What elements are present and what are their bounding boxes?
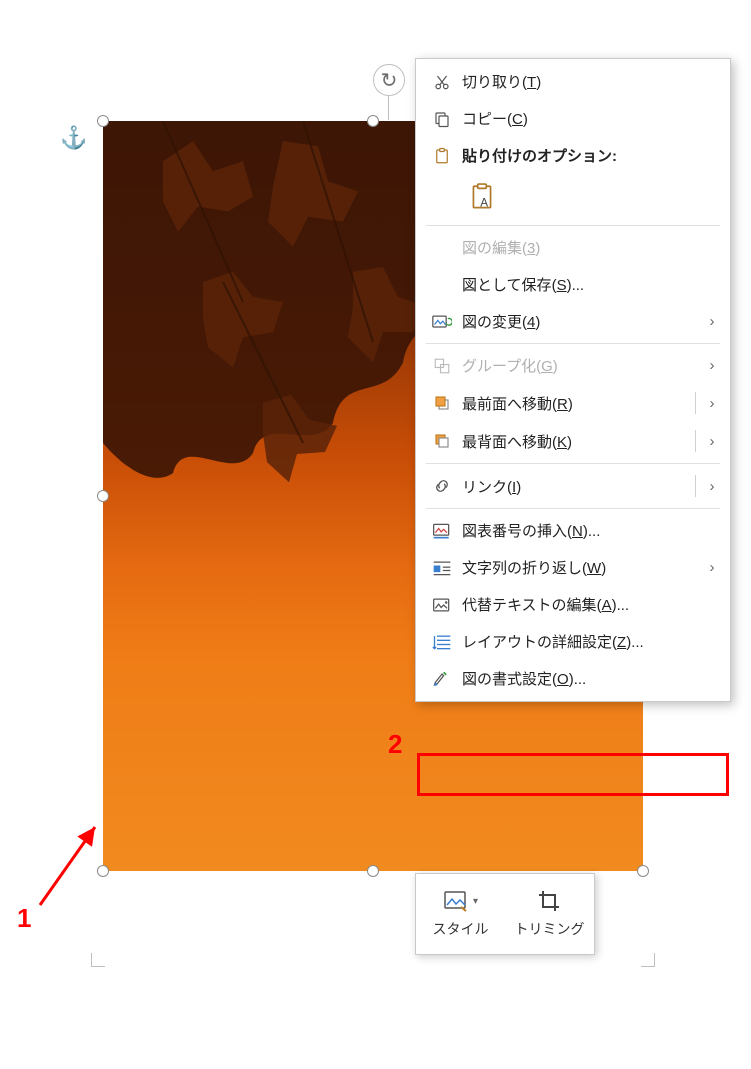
menu-edit-alt-text[interactable]: 代替テキストの編集(A)... bbox=[416, 586, 730, 623]
mini-style-label: スタイル bbox=[433, 919, 489, 939]
resize-handle-se[interactable] bbox=[637, 865, 649, 877]
submenu-chevron-icon[interactable]: › bbox=[704, 395, 720, 412]
menu-layout-settings-label: レイアウトの詳細設定(Z)... bbox=[456, 631, 720, 652]
menu-edit-figure-label: 図の編集(3) bbox=[456, 237, 720, 258]
menu-copy[interactable]: コピー(C) bbox=[416, 100, 730, 137]
picture-mini-toolbar: ▾ スタイル トリミング bbox=[415, 873, 595, 955]
cut-icon bbox=[428, 73, 456, 91]
menu-insert-caption-label: 図表番号の挿入(N)... bbox=[456, 520, 720, 541]
menu-insert-caption[interactable]: 図表番号の挿入(N)... bbox=[416, 512, 730, 549]
menu-separator bbox=[426, 343, 720, 344]
menu-paste-header: 貼り付けのオプション: bbox=[416, 137, 730, 174]
page-margin-bracket-br bbox=[641, 953, 655, 967]
menu-change-picture[interactable]: 図の変更(4) › bbox=[416, 303, 730, 340]
menu-cut-label: 切り取り(T) bbox=[456, 71, 720, 92]
menu-separator bbox=[426, 508, 720, 509]
menu-send-to-back-label: 最背面へ移動(K) bbox=[456, 431, 691, 452]
dropdown-chevron-icon: ▾ bbox=[473, 896, 478, 907]
format-picture-icon bbox=[428, 670, 456, 688]
menu-text-wrap[interactable]: 文字列の折り返し(W) › bbox=[416, 549, 730, 586]
menu-link[interactable]: リンク(I) › bbox=[416, 467, 730, 505]
menu-format-picture-label: 図の書式設定(O)... bbox=[456, 668, 720, 689]
submenu-chevron-icon: › bbox=[704, 357, 720, 374]
paste-option-keep-text[interactable]: A bbox=[462, 178, 502, 218]
mini-crop-button[interactable]: トリミング bbox=[505, 874, 594, 954]
style-icon bbox=[443, 889, 471, 913]
split-separator bbox=[695, 475, 696, 497]
submenu-chevron-icon[interactable]: › bbox=[704, 478, 720, 495]
mini-crop-label: トリミング bbox=[515, 919, 585, 939]
menu-bring-to-front-label: 最前面へ移動(R) bbox=[456, 393, 691, 414]
rotate-handle[interactable]: ↻ bbox=[373, 64, 405, 96]
menu-separator bbox=[426, 463, 720, 464]
menu-text-wrap-label: 文字列の折り返し(W) bbox=[456, 557, 704, 578]
menu-save-as-picture-label: 図として保存(S)... bbox=[456, 274, 720, 295]
resize-handle-n[interactable] bbox=[367, 115, 379, 127]
layout-icon bbox=[428, 633, 456, 651]
menu-copy-label: コピー(C) bbox=[456, 108, 720, 129]
menu-link-label: リンク(I) bbox=[456, 476, 691, 497]
group-icon bbox=[428, 357, 456, 375]
mini-style-button[interactable]: ▾ スタイル bbox=[416, 874, 505, 954]
split-separator bbox=[695, 392, 696, 414]
menu-group: グループ化(G) › bbox=[416, 347, 730, 384]
bring-front-icon bbox=[428, 394, 456, 412]
paste-options-row: A bbox=[416, 174, 730, 222]
resize-handle-s[interactable] bbox=[367, 865, 379, 877]
menu-edit-figure: 図の編集(3) bbox=[416, 229, 730, 266]
submenu-chevron-icon: › bbox=[704, 559, 720, 576]
menu-group-label: グループ化(G) bbox=[456, 355, 704, 376]
rotate-handle-stem bbox=[388, 96, 389, 120]
menu-cut[interactable]: 切り取り(T) bbox=[416, 63, 730, 100]
menu-separator bbox=[426, 225, 720, 226]
wrap-icon bbox=[428, 559, 456, 577]
picture-context-menu: 切り取り(T) コピー(C) 貼り付けのオプション: A 図の編集(3) 図とし… bbox=[415, 58, 731, 702]
menu-edit-alt-text-label: 代替テキストの編集(A)... bbox=[456, 594, 720, 615]
send-back-icon bbox=[428, 432, 456, 450]
page-margin-bracket-bl bbox=[91, 953, 105, 967]
menu-bring-to-front[interactable]: 最前面へ移動(R) › bbox=[416, 384, 730, 422]
change-picture-icon bbox=[428, 313, 456, 331]
link-icon bbox=[428, 477, 456, 495]
menu-send-to-back[interactable]: 最背面へ移動(K) › bbox=[416, 422, 730, 460]
resize-handle-w[interactable] bbox=[97, 490, 109, 502]
submenu-chevron-icon[interactable]: › bbox=[704, 433, 720, 450]
annotation-label-2: 2 bbox=[388, 729, 402, 760]
svg-text:A: A bbox=[480, 197, 488, 210]
menu-paste-header-label: 貼り付けのオプション: bbox=[456, 145, 720, 166]
copy-icon bbox=[428, 110, 456, 128]
menu-save-as-picture[interactable]: 図として保存(S)... bbox=[416, 266, 730, 303]
crop-icon bbox=[537, 889, 563, 913]
resize-handle-nw[interactable] bbox=[97, 115, 109, 127]
submenu-chevron-icon: › bbox=[704, 313, 720, 330]
menu-change-picture-label: 図の変更(4) bbox=[456, 311, 704, 332]
menu-layout-settings[interactable]: レイアウトの詳細設定(Z)... bbox=[416, 623, 730, 660]
menu-format-picture[interactable]: 図の書式設定(O)... bbox=[416, 660, 730, 697]
split-separator bbox=[695, 430, 696, 452]
alt-text-icon bbox=[428, 596, 456, 614]
paste-icon bbox=[428, 147, 456, 165]
caption-icon bbox=[428, 522, 456, 540]
anchor-icon: ⚓ bbox=[60, 125, 87, 151]
annotation-arrow-1 bbox=[30, 815, 110, 915]
